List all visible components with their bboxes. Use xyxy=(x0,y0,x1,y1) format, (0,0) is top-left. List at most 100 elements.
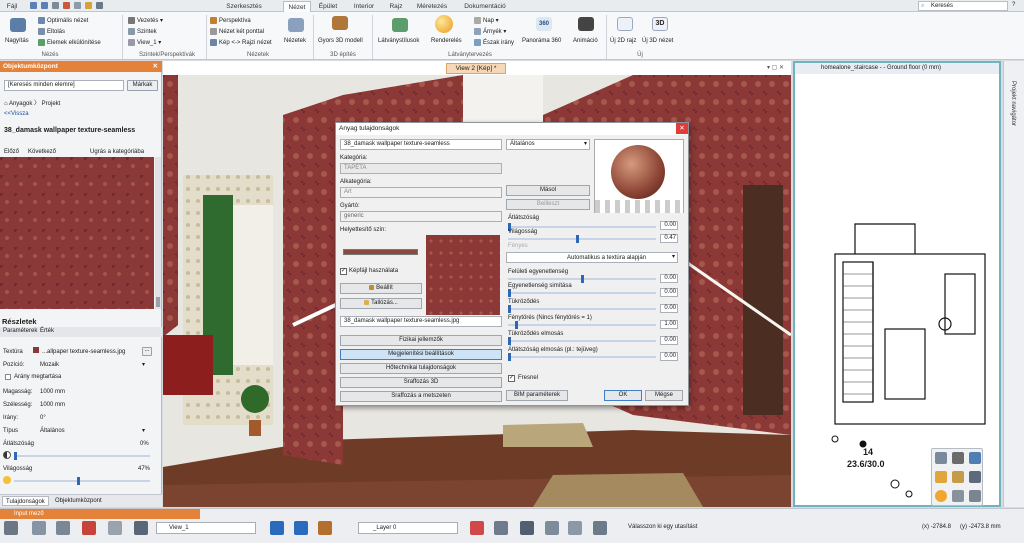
scrollbar[interactable] xyxy=(155,157,161,309)
zoom-icon[interactable] xyxy=(969,452,981,464)
floor-plan-view[interactable]: homealone_staircase - - Ground floor (0 … xyxy=(793,61,1001,507)
object-search-input[interactable]: [Keresés minden elemre] xyxy=(4,80,124,91)
nav-projekt[interactable]: Projekt xyxy=(42,101,61,107)
visual-style-button[interactable]: Látványstílusok xyxy=(378,37,419,45)
smoothing-value[interactable]: 0.00 xyxy=(660,288,678,297)
texture-file-input[interactable]: 38_damask wallpaper texture-seamless.jpg xyxy=(340,316,502,327)
hatch-section-button[interactable]: Sraffozás a metszeten xyxy=(340,391,502,402)
copy-button[interactable]: Másol xyxy=(506,185,590,196)
help-icon[interactable]: ? xyxy=(1012,2,1015,8)
gear-icon[interactable] xyxy=(4,521,18,535)
render-icon[interactable] xyxy=(435,15,453,33)
prev-link[interactable]: Előző xyxy=(4,149,19,155)
text-icon[interactable] xyxy=(95,2,103,9)
tab-nezet[interactable]: Nézet xyxy=(283,1,311,12)
snap-icon[interactable] xyxy=(56,521,70,535)
panorama-icon[interactable]: 360 xyxy=(536,17,552,31)
prop-position-value[interactable]: Mozaik xyxy=(40,362,59,368)
north-button[interactable]: Észak irány xyxy=(474,39,514,47)
slider-thumb[interactable] xyxy=(76,477,80,485)
manufacturer-select[interactable]: generic xyxy=(340,211,502,222)
sun-icon[interactable] xyxy=(935,490,947,502)
project-navigator-label[interactable]: Projekt navigátor xyxy=(1010,81,1016,126)
keep-ratio-checkbox[interactable] xyxy=(5,374,11,380)
view-select[interactable]: View_1 ▾ xyxy=(128,39,161,47)
vezetes-button[interactable]: Vezetés ▾ xyxy=(128,17,163,25)
save-icon[interactable] xyxy=(51,2,59,9)
isolate-button[interactable]: Elemek elkülönítése xyxy=(38,39,101,47)
reflection-blur-value[interactable]: 0.00 xyxy=(660,336,678,345)
eraser-icon[interactable] xyxy=(470,521,484,535)
pan-button[interactable]: Eltolás xyxy=(38,28,65,36)
pen-icon[interactable] xyxy=(494,521,508,535)
slider-thumb[interactable] xyxy=(508,353,511,361)
cursor-icon[interactable] xyxy=(134,521,148,535)
search-box[interactable]: ⌕ Keresés xyxy=(918,1,1008,11)
slider-thumb[interactable] xyxy=(580,275,584,283)
brightness-slider[interactable] xyxy=(14,477,150,485)
material-name-input[interactable]: 38_damask wallpaper texture-seamless xyxy=(340,139,502,150)
cube-icon[interactable] xyxy=(935,471,947,483)
reflection-value[interactable]: 0.00 xyxy=(660,304,678,313)
eye-icon[interactable] xyxy=(935,452,947,464)
transparency-blur-slider[interactable] xyxy=(508,353,656,361)
dialog-brightness-slider[interactable] xyxy=(508,235,656,243)
hatch-3d-button[interactable]: Sraffozás 3D xyxy=(340,377,502,388)
ok-button[interactable]: OK xyxy=(604,390,642,401)
magnet-icon[interactable] xyxy=(82,521,96,535)
slider-thumb[interactable] xyxy=(508,289,511,297)
video-camera-icon[interactable] xyxy=(578,17,594,31)
tab-meretezes[interactable]: Méretezés xyxy=(414,1,450,12)
grid-icon[interactable] xyxy=(32,521,46,535)
view-tab[interactable]: View 2 [Kép] * xyxy=(446,63,506,74)
set-button[interactable]: Beállít xyxy=(340,283,422,294)
arrow-up-icon[interactable] xyxy=(270,521,284,535)
arrow-down-icon[interactable] xyxy=(294,521,308,535)
hammer-icon[interactable] xyxy=(332,16,348,30)
paste-button[interactable]: Beilleszt xyxy=(506,199,590,210)
polyline-icon[interactable] xyxy=(593,521,607,535)
shadow-button[interactable]: Árnyék ▾ xyxy=(474,28,506,36)
pointer-icon[interactable] xyxy=(520,521,534,535)
close-icon[interactable]: ✕ xyxy=(153,61,158,72)
transparency-slider[interactable] xyxy=(14,452,150,460)
tab-dokumentacio[interactable]: Dokumentáció xyxy=(460,1,510,12)
tab-epulet[interactable]: Épület xyxy=(316,1,340,12)
dialog-transparency-value[interactable]: 0.00 xyxy=(660,221,678,230)
project-navigator-strip[interactable]: Projekt navigátor xyxy=(1003,61,1024,507)
refraction-slider[interactable] xyxy=(508,321,656,329)
auto-texture-dropdown[interactable]: Automatikus a textúra alapján ▾ xyxy=(506,252,678,263)
orbit-icon[interactable] xyxy=(952,471,964,483)
brand-button[interactable]: Márkak xyxy=(127,80,158,91)
new-3d-button[interactable]: Új 3D nézet xyxy=(642,37,673,45)
back-link[interactable]: <<Vissza xyxy=(4,111,29,117)
view-select[interactable]: View_1 xyxy=(156,522,256,534)
new-2d-icon[interactable] xyxy=(617,17,633,31)
animation-button[interactable]: Animáció xyxy=(573,37,598,45)
perspective-button[interactable]: Perspektíva xyxy=(210,17,251,25)
rotate-icon[interactable] xyxy=(969,490,981,502)
pen-icon[interactable] xyxy=(84,2,92,9)
thermal-props-button[interactable]: Hőtechnikai tulajdonságok xyxy=(340,363,502,374)
hammer-icon[interactable] xyxy=(318,521,332,535)
views-icon[interactable] xyxy=(288,18,304,32)
fresnel-checkbox[interactable]: ✓ xyxy=(508,375,515,382)
print-icon[interactable] xyxy=(73,2,81,9)
input-field-bar[interactable]: Input mező xyxy=(0,509,200,519)
chevron-down-icon[interactable]: ▾ xyxy=(142,361,145,368)
image-drawing-button[interactable]: Kép <-> Rajzi nézet xyxy=(210,39,272,47)
chevron-down-icon[interactable]: ▾ xyxy=(142,427,145,434)
roughness-slider[interactable] xyxy=(508,275,656,283)
two-point-button[interactable]: Nézet két ponttal xyxy=(210,28,264,36)
walk-icon[interactable] xyxy=(952,452,964,464)
zoom-button[interactable]: Nagyítás xyxy=(5,37,29,45)
undo-icon[interactable] xyxy=(30,2,37,9)
dialog-transparency-slider[interactable] xyxy=(508,223,656,231)
new-2d-button[interactable]: Új 2D rajz xyxy=(610,37,636,45)
prop-width-value[interactable]: 1000 mm xyxy=(40,402,65,408)
roughness-value[interactable]: 0.00 xyxy=(660,274,678,283)
angle-icon[interactable] xyxy=(108,521,122,535)
tab-interior[interactable]: Interior xyxy=(350,1,378,12)
prop-type-value[interactable]: Általános xyxy=(40,428,65,434)
szintek-button[interactable]: Szintek xyxy=(128,28,157,36)
